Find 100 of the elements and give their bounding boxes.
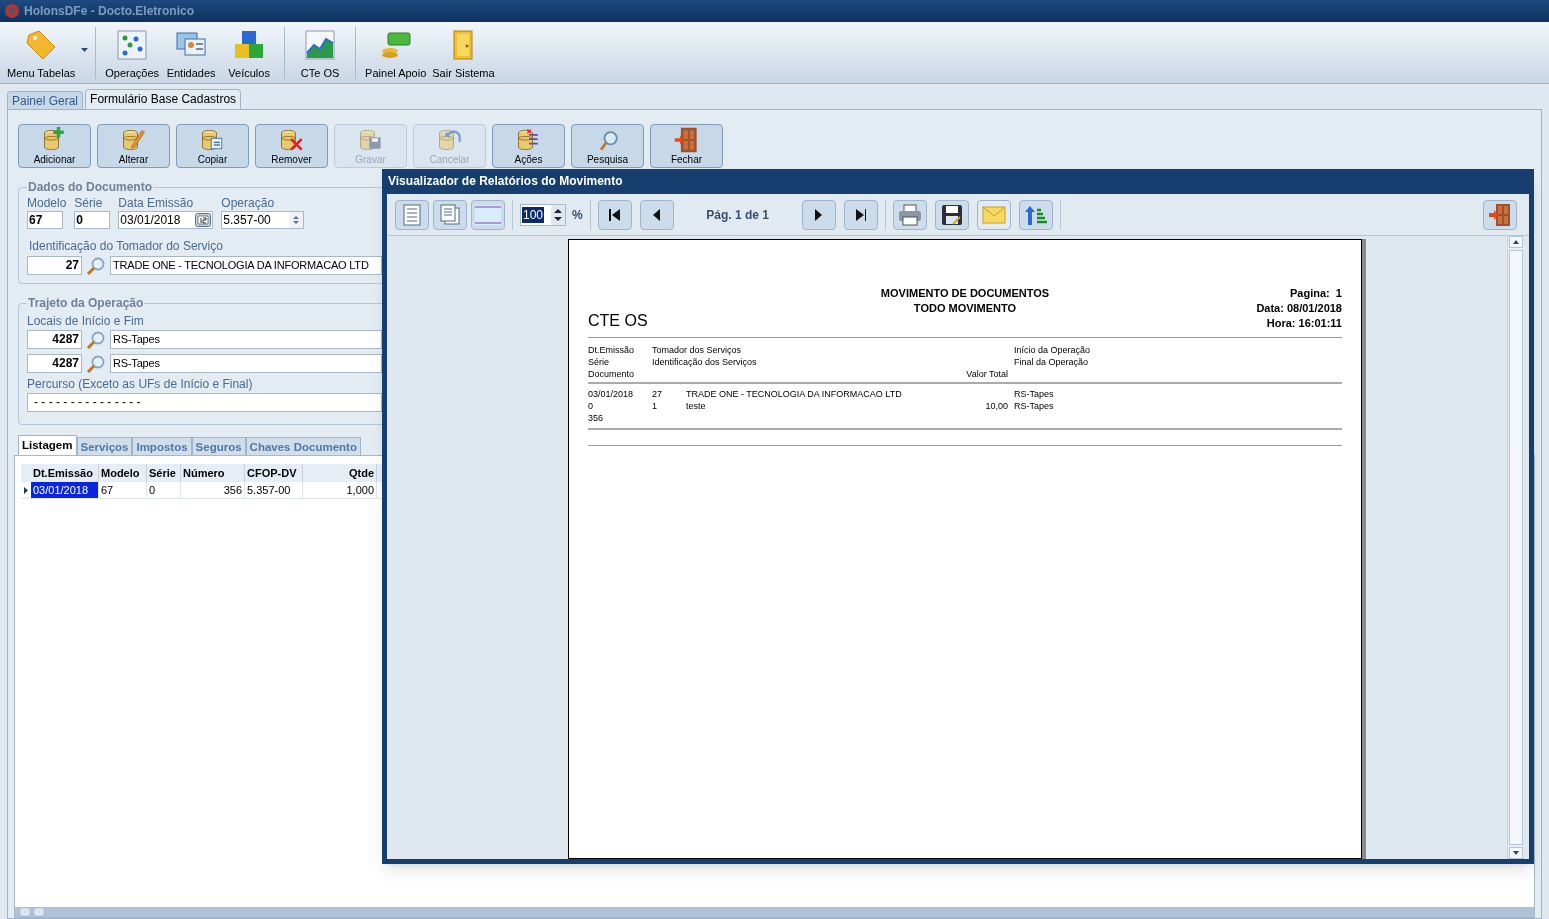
table-cell: 356 [181, 482, 245, 498]
export-button[interactable] [1018, 199, 1053, 230]
page-indicator: Pág. 1 de 1 [705, 206, 770, 224]
column-header: Série [147, 464, 181, 482]
next-page-button[interactable] [801, 199, 836, 230]
action-button[interactable]: Remover [255, 124, 328, 168]
page-tab[interactable]: Formulário Base Cadastros [85, 89, 242, 109]
pages-icon [439, 203, 461, 226]
toolbar-button[interactable]: Veículos [220, 23, 279, 82]
money-icon [379, 29, 412, 61]
line-chart-icon [304, 29, 337, 61]
next-icon [815, 208, 823, 221]
magnifier-icon [86, 354, 106, 373]
exit-door-icon [1488, 202, 1512, 227]
column-header: Série [588, 356, 610, 368]
window-title: HolonsDFe - Docto.Eletronico [24, 3, 194, 20]
report-name: CTE OS [588, 312, 649, 331]
name-field[interactable]: RS-Tapes [110, 354, 382, 373]
report-cell-text: 1 [652, 400, 658, 412]
last-page-button[interactable] [843, 199, 878, 230]
report-cell-text: 03/01/2018 [588, 388, 635, 400]
column-header: Início da Operação [1014, 344, 1092, 356]
date-field[interactable]: 03/01/2018 [118, 211, 214, 229]
horizontal-scrollbar[interactable] [15, 907, 1534, 917]
previous-page-button[interactable] [639, 199, 674, 230]
text-field[interactable]: 67 [27, 211, 63, 229]
report-cell-text: teste [686, 400, 707, 412]
spin-field[interactable]: 5.357-00 [221, 211, 305, 229]
toolbar-button[interactable]: Painel Apoio [362, 23, 430, 82]
column-header: Número [181, 464, 245, 482]
field-label: Operação [221, 196, 276, 210]
action-button[interactable]: Ações [492, 124, 565, 168]
envelope-icon [981, 205, 1006, 224]
code-field[interactable]: 4287 [27, 354, 82, 373]
report-subtitle: TODO MOVIMENTO [913, 301, 1017, 316]
column-header: Modelo [99, 464, 147, 482]
page-width-button[interactable] [395, 199, 429, 230]
route-field[interactable]: - - - - - - - - - - - - - - - [27, 393, 382, 412]
detail-tab[interactable]: Listagem [18, 435, 77, 455]
whole-page-button[interactable] [433, 199, 467, 230]
first-page-icon [609, 208, 621, 221]
first-page-button[interactable] [597, 199, 632, 230]
calendar-icon [195, 213, 212, 227]
report-cell: TRADE ONE - TECNOLOGIA DA INFORMACAO LTD [686, 388, 902, 400]
page-tab[interactable]: Painel Geral [7, 91, 84, 109]
toolbar-button[interactable]: Operações [102, 23, 163, 82]
name-field[interactable]: TRADE ONE - TECNOLOGIA DA INFORMACAO LTD [110, 256, 382, 275]
report-cell-text: RS-Tapes [1014, 400, 1055, 412]
tag-icon [25, 29, 58, 61]
close-viewer-button[interactable] [1483, 199, 1517, 230]
action-button[interactable]: Copiar [176, 124, 249, 168]
spin-arrows-icon [551, 204, 565, 225]
scroll-up-icon[interactable] [1508, 236, 1523, 248]
column-header: Final da Operação [1014, 356, 1090, 368]
zoom-field[interactable]: 100 [520, 203, 566, 226]
report-cell-text: 356 [588, 412, 605, 424]
column-header: Identificação dos Serviços [652, 356, 758, 368]
action-button[interactable]: Adicionar [18, 124, 91, 168]
report-cell: 10,00 [985, 400, 1008, 412]
toolbar-button[interactable]: Entidades [162, 23, 221, 82]
column-header: Valor Total [966, 368, 1008, 380]
field-label: Identificação do Tomador do Serviço [29, 238, 224, 255]
group-title: Trajeto da Operação [27, 295, 145, 312]
field-label: Locais de Início e Fim [27, 313, 145, 330]
table-cell: 1,000 [303, 482, 377, 498]
page-number: Pagina: 1 [1290, 286, 1342, 301]
field-label: Percurso (Exceto as UFs de Início e Final) [27, 376, 254, 393]
report-cell-text: RS-Tapes [1014, 388, 1055, 400]
code-field[interactable]: 4287 [27, 330, 82, 349]
text-field[interactable]: 0 [74, 211, 111, 229]
column-header: Tomador dos Serviços [652, 344, 743, 356]
percent-label: % [572, 206, 583, 224]
toolbar-button[interactable]: CTe OS [291, 23, 350, 82]
action-button[interactable]: Pesquisa [571, 124, 644, 168]
column-header: CFOP-DV [245, 464, 303, 482]
magnifier-icon [86, 256, 106, 275]
report-cell-text: 27 [652, 388, 663, 400]
spin-arrows-icon [289, 212, 304, 228]
name-field[interactable]: RS-Tapes [110, 330, 382, 349]
printer-icon [897, 203, 922, 226]
toolbar-button[interactable]: Menu Tabelas [4, 23, 90, 82]
field-label: Data Emissão [118, 196, 195, 210]
table-cell: 5.357-00 [245, 482, 303, 498]
app-logo-icon [4, 3, 20, 19]
cubes-icon [233, 29, 266, 61]
list-page-icon [401, 203, 423, 226]
toolbar-button[interactable]: Sair Sistema [429, 23, 498, 82]
scroll-thumb[interactable] [33, 907, 45, 917]
column-header: Dt.Emissão [588, 344, 635, 356]
scroll-down-icon[interactable] [1508, 847, 1523, 859]
column-header: Qtde [303, 464, 377, 482]
action-button[interactable]: Fechar [650, 124, 723, 168]
action-button[interactable]: Alterar [97, 124, 170, 168]
report-cell-text: 0 [588, 400, 594, 412]
grid-icon [116, 29, 149, 61]
table-cell: 0 [147, 482, 181, 498]
report-title: MOVIMENTO DE DOCUMENTOS [880, 286, 1050, 301]
print-button[interactable] [892, 199, 927, 230]
save-button[interactable] [934, 199, 969, 230]
code-field[interactable]: 27 [27, 256, 82, 275]
